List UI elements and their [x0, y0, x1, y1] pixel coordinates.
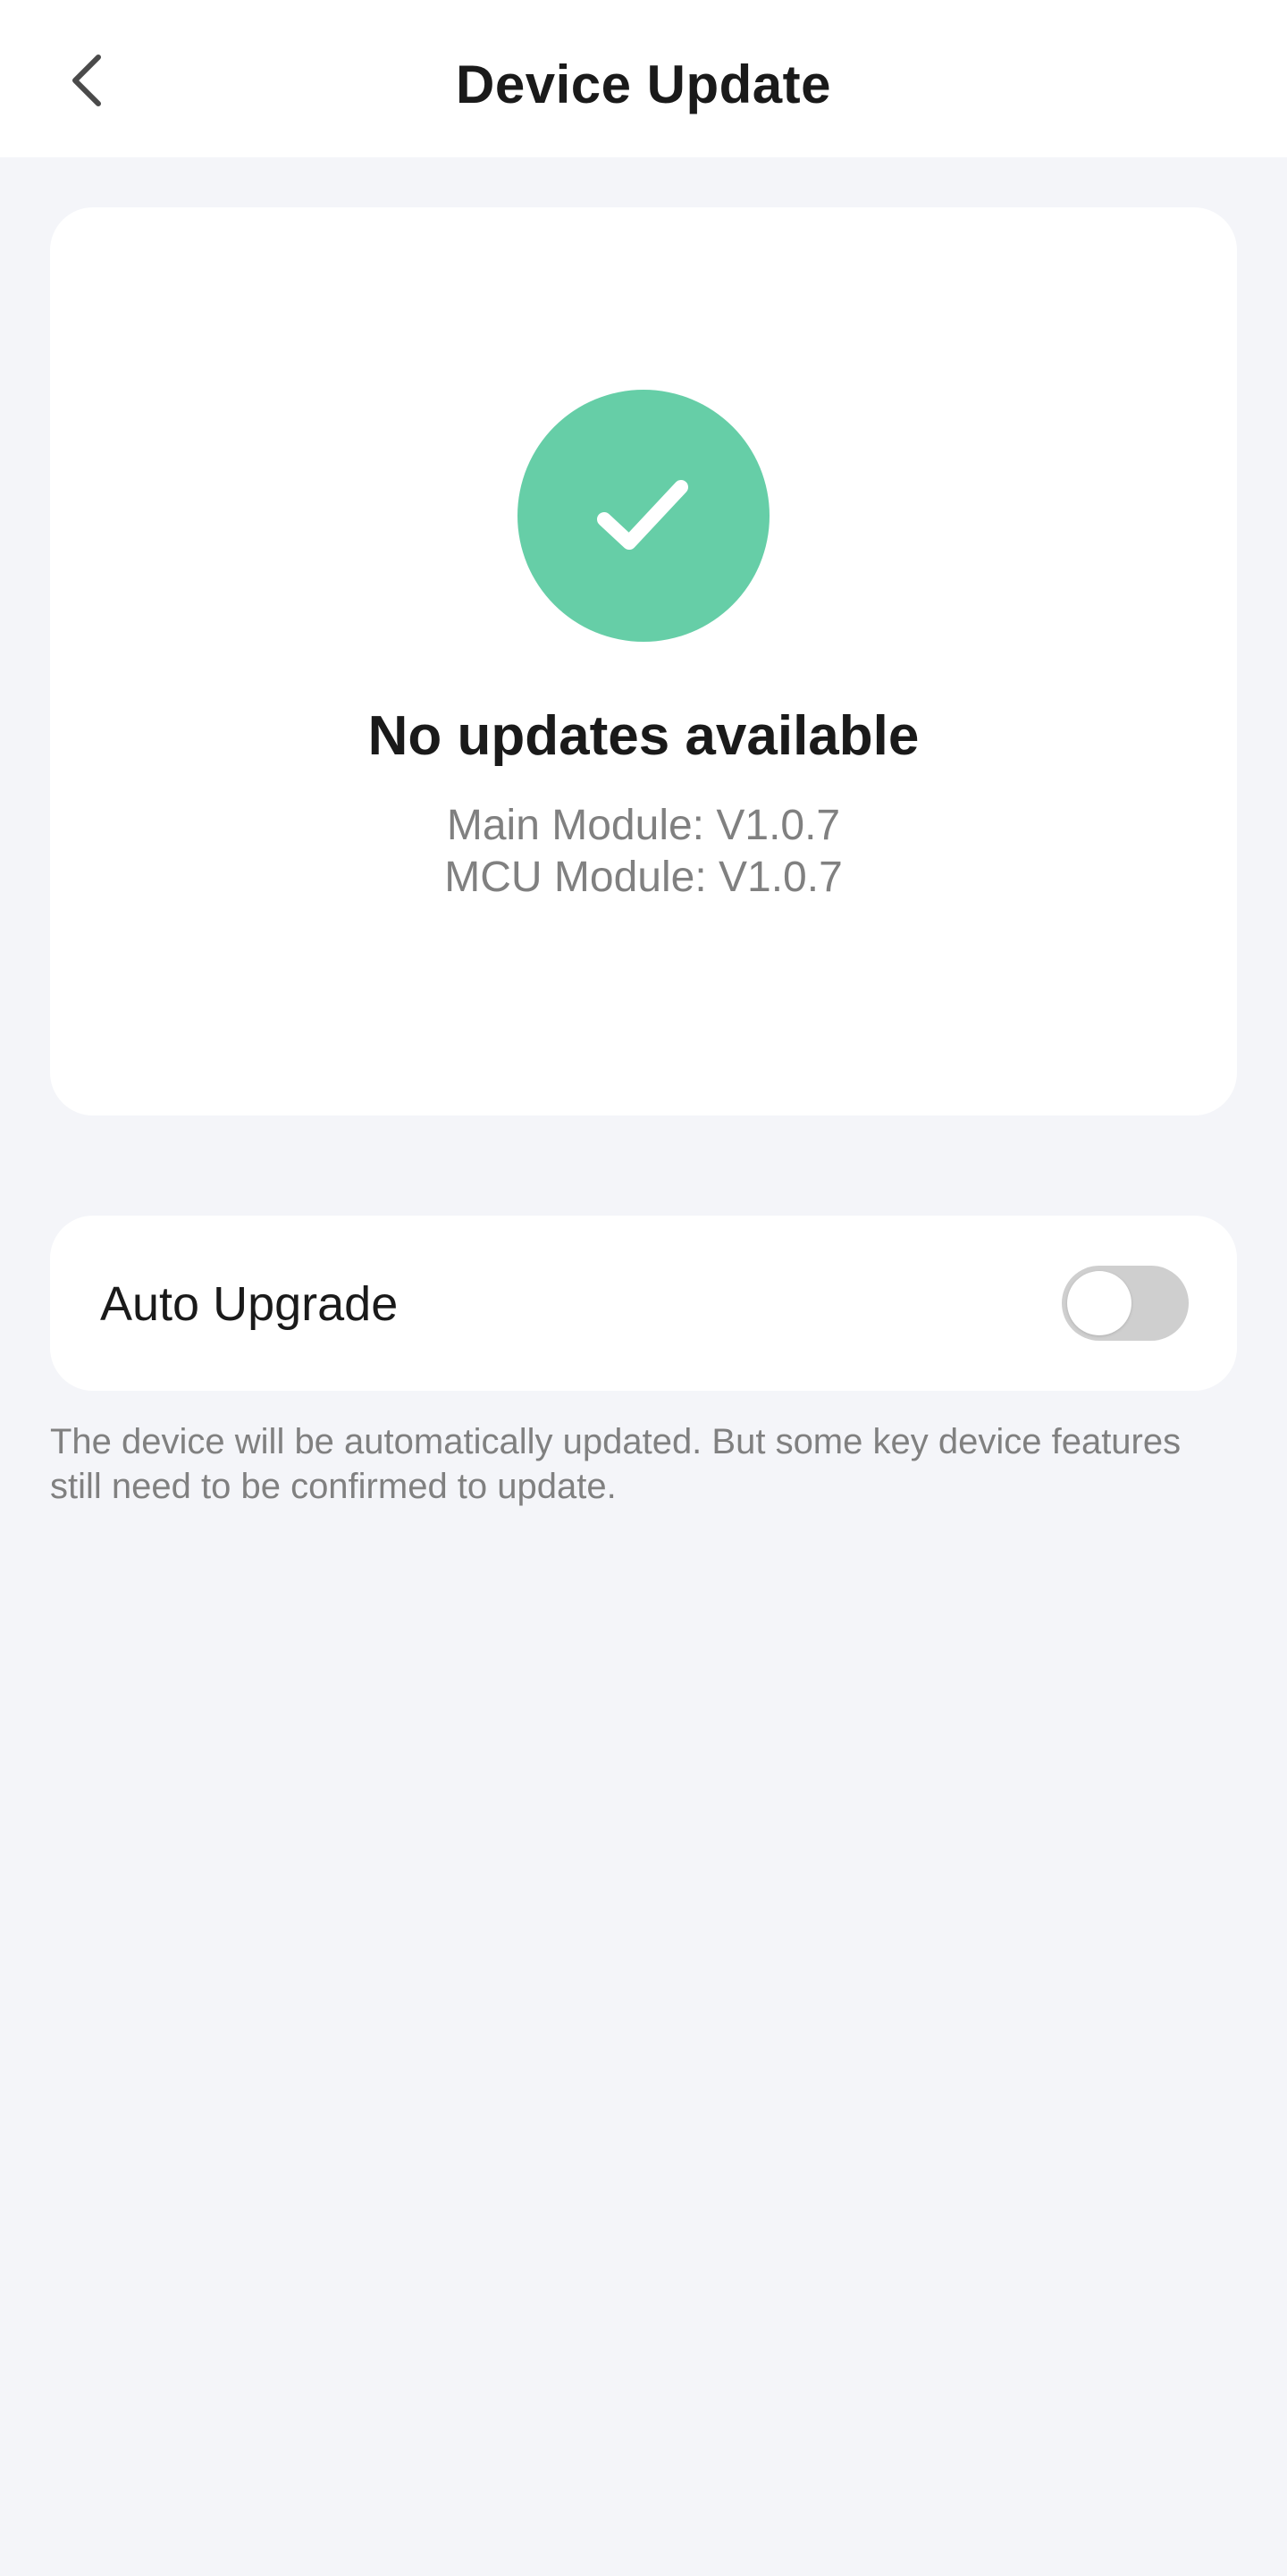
status-title: No updates available: [367, 705, 920, 767]
checkmark-icon: [597, 480, 688, 550]
page-title: Device Update: [456, 55, 831, 114]
toggle-knob: [1067, 1271, 1131, 1335]
auto-upgrade-label: Auto Upgrade: [100, 1277, 399, 1331]
main-module-version: Main Module: V1.0.7: [446, 802, 841, 849]
update-status-card: No updates available Main Module: V1.0.7…: [50, 207, 1237, 1115]
mcu-module-version: MCU Module: V1.0.7: [444, 854, 843, 901]
top-bar: Device Update: [0, 0, 1287, 157]
auto-upgrade-row: Auto Upgrade: [50, 1216, 1237, 1391]
success-badge: [517, 390, 770, 642]
auto-upgrade-description: The device will be automatically updated…: [50, 1422, 1182, 1506]
auto-upgrade-toggle[interactable]: [1062, 1266, 1189, 1341]
